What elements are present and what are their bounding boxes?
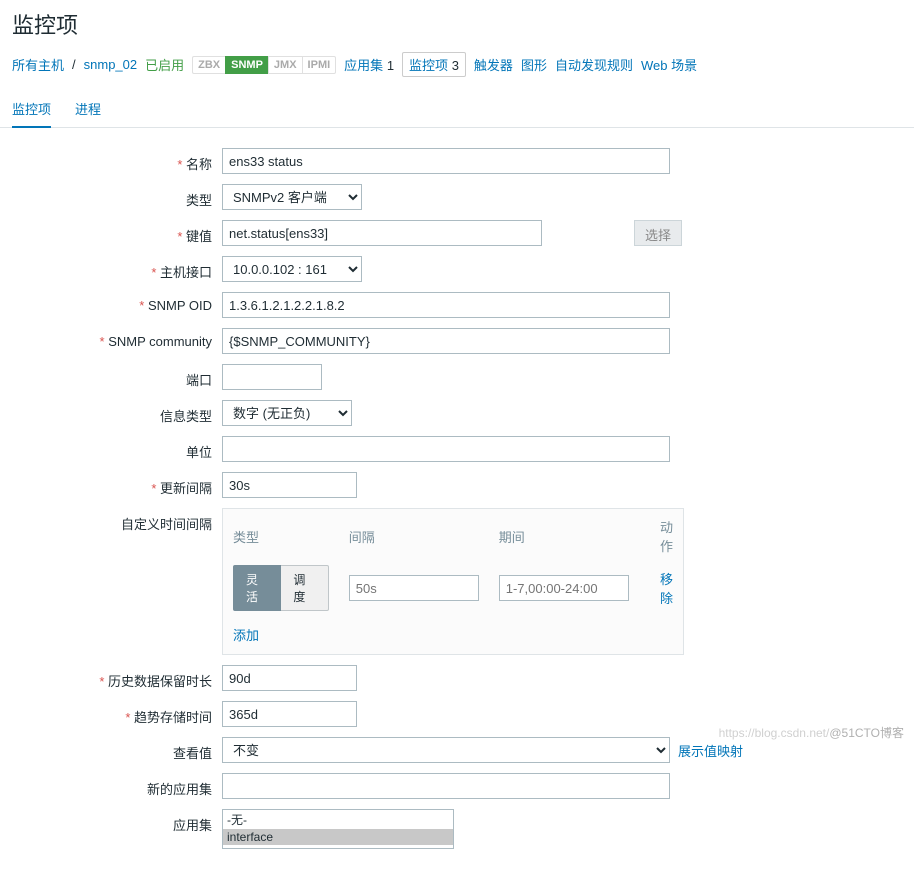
- interface-select[interactable]: 10.0.0.102 : 161: [222, 256, 362, 282]
- key-select-button[interactable]: 选择: [634, 220, 682, 246]
- new-app-input[interactable]: [222, 773, 670, 799]
- protocol-badges: ZBX SNMP JMX IPMI: [192, 56, 336, 74]
- form: 名称 类型 SNMPv2 客户端 键值 选择 主机接口 10.0.0.102 :…: [0, 128, 914, 879]
- link-discovery[interactable]: 自动发现规则: [555, 55, 633, 74]
- view-value-select[interactable]: 不变: [222, 737, 670, 763]
- interval-header-type: 类型: [223, 509, 339, 561]
- link-items[interactable]: 监控项 3: [402, 52, 466, 77]
- link-apps[interactable]: 应用集 1: [344, 55, 394, 74]
- link-graphs[interactable]: 图形: [521, 55, 547, 74]
- trend-input[interactable]: [222, 701, 357, 727]
- label-type: 类型: [12, 184, 222, 209]
- badge-zbx: ZBX: [192, 56, 225, 74]
- label-port: 端口: [12, 364, 222, 389]
- label-info-type: 信息类型: [12, 400, 222, 425]
- label-oid: SNMP OID: [12, 292, 222, 313]
- label-update-interval: 更新间隔: [12, 472, 222, 497]
- breadcrumb: 所有主机 / snmp_02 已启用 ZBX SNMP JMX IPMI 应用集…: [0, 52, 914, 91]
- label-key: 键值: [12, 220, 222, 245]
- app-listbox[interactable]: -无- interface: [222, 809, 454, 849]
- app-option-interface[interactable]: interface: [223, 829, 453, 845]
- interval-remove-link[interactable]: 移除: [660, 572, 673, 606]
- link-triggers[interactable]: 触发器: [474, 55, 513, 74]
- interval-type-flex[interactable]: 灵活: [233, 565, 281, 611]
- tab-process[interactable]: 进程: [75, 91, 101, 128]
- type-select[interactable]: SNMPv2 客户端: [222, 184, 362, 210]
- key-input[interactable]: [222, 220, 542, 246]
- show-value-mapping-link[interactable]: 展示值映射: [678, 741, 743, 760]
- app-option-none[interactable]: -无-: [223, 810, 453, 829]
- interval-type-sched[interactable]: 调度: [281, 565, 328, 611]
- label-app: 应用集: [12, 809, 222, 834]
- oid-input[interactable]: [222, 292, 670, 318]
- custom-interval-box: 类型 间隔 期间 动作 灵活 调度: [222, 508, 684, 655]
- unit-input[interactable]: [222, 436, 670, 462]
- interval-value-input[interactable]: [349, 575, 479, 601]
- badge-jmx: JMX: [268, 56, 302, 74]
- info-type-select[interactable]: 数字 (无正负): [222, 400, 352, 426]
- name-input[interactable]: [222, 148, 670, 174]
- history-input[interactable]: [222, 665, 357, 691]
- badge-ipmi: IPMI: [302, 56, 337, 74]
- breadcrumb-host[interactable]: snmp_02: [84, 57, 137, 72]
- label-community: SNMP community: [12, 328, 222, 349]
- label-trend: 趋势存储时间: [12, 701, 222, 726]
- tabs: 监控项 进程: [0, 91, 914, 128]
- update-interval-input[interactable]: [222, 472, 357, 498]
- interval-header-period: 期间: [489, 509, 639, 561]
- badge-snmp: SNMP: [225, 56, 268, 74]
- interval-header-action: 动作: [639, 509, 683, 561]
- label-view-value: 查看值: [12, 737, 222, 762]
- tab-items[interactable]: 监控项: [12, 91, 51, 128]
- label-history: 历史数据保留时长: [12, 665, 222, 690]
- interval-header-interval: 间隔: [339, 509, 489, 561]
- link-web[interactable]: Web 场景: [641, 55, 697, 74]
- label-interface: 主机接口: [12, 256, 222, 281]
- breadcrumb-all-hosts[interactable]: 所有主机: [12, 55, 64, 74]
- interval-add-link[interactable]: 添加: [233, 628, 259, 643]
- breadcrumb-separator: /: [72, 57, 76, 72]
- label-new-app: 新的应用集: [12, 773, 222, 798]
- port-input[interactable]: [222, 364, 322, 390]
- label-name: 名称: [12, 148, 222, 173]
- community-input[interactable]: [222, 328, 670, 354]
- interval-type-segment: 灵活 调度: [233, 565, 329, 611]
- label-custom-interval: 自定义时间间隔: [12, 508, 222, 533]
- interval-period-input[interactable]: [499, 575, 629, 601]
- status-enabled: 已启用: [145, 55, 184, 74]
- page-title: 监控项: [0, 0, 914, 52]
- label-unit: 单位: [12, 436, 222, 461]
